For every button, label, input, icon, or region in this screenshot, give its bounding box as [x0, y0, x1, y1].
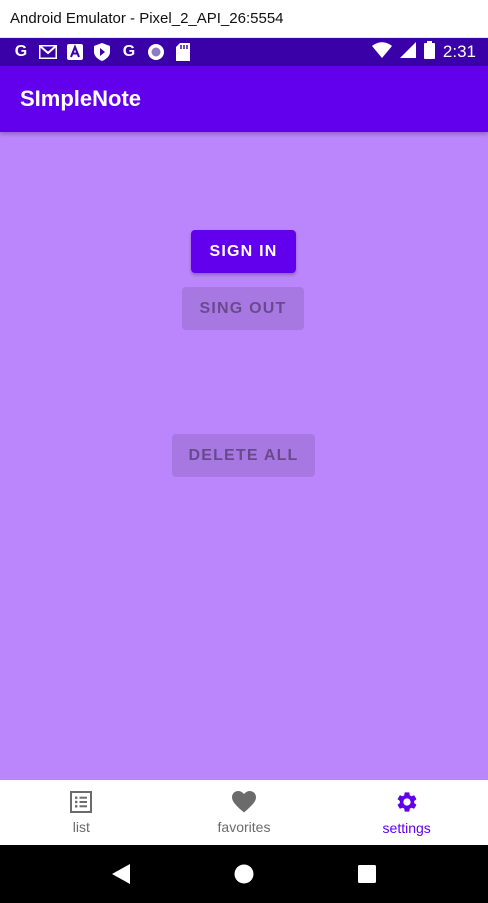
- emulator-window-title: Android Emulator - Pixel_2_API_26:5554: [0, 0, 488, 38]
- settings-screen: SIGN IN SING OUT DELETE ALL: [0, 132, 488, 780]
- nav-item-list[interactable]: list: [0, 780, 163, 845]
- gmail-icon: [39, 43, 57, 61]
- sign-out-button[interactable]: SING OUT: [182, 287, 304, 330]
- system-navigation-bar: [0, 845, 488, 903]
- list-icon: [70, 790, 93, 813]
- nav-item-favorites[interactable]: favorites: [163, 780, 326, 845]
- google-g-icon: G: [14, 43, 28, 60]
- gear-icon: [395, 790, 419, 814]
- back-icon[interactable]: [101, 854, 141, 894]
- status-indicators: 2:31: [371, 40, 476, 64]
- notification-icons: G G: [12, 43, 192, 61]
- sd-card-icon: [174, 43, 192, 61]
- status-bar: G G 2:31: [0, 38, 488, 66]
- wifi-icon: [371, 41, 392, 63]
- google-g-icon: G: [122, 43, 136, 60]
- recents-icon[interactable]: [347, 854, 387, 894]
- cell-signal-icon: [399, 41, 416, 63]
- record-circle-icon: [147, 43, 165, 61]
- nav-item-settings[interactable]: settings: [325, 780, 488, 845]
- sign-in-button[interactable]: SIGN IN: [191, 230, 296, 273]
- nav-label-list: list: [72, 818, 90, 835]
- heart-icon: [232, 790, 256, 813]
- font-a-icon: [66, 43, 84, 61]
- delete-all-button[interactable]: DELETE ALL: [172, 434, 315, 477]
- battery-icon: [423, 40, 435, 64]
- app-bar: SImpleNote: [0, 66, 488, 132]
- app-title: SImpleNote: [20, 86, 142, 111]
- bottom-navigation: list favorites settings: [0, 780, 488, 845]
- home-icon[interactable]: [224, 854, 264, 894]
- nav-label-settings: settings: [382, 819, 431, 836]
- shield-play-icon: [93, 43, 111, 61]
- status-time: 2:31: [442, 42, 476, 61]
- nav-label-favorites: favorites: [217, 818, 271, 835]
